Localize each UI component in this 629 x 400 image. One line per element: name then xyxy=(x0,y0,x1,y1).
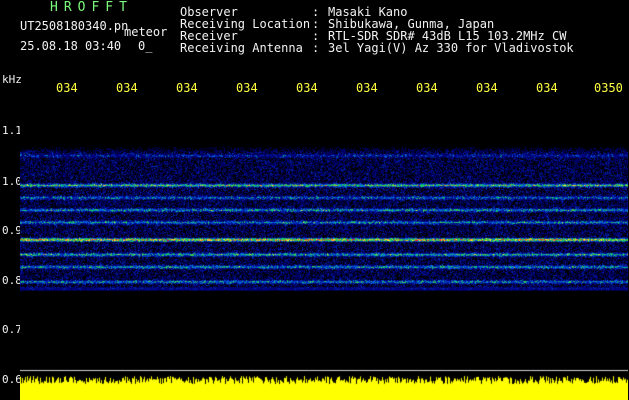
time-tick: 034 xyxy=(296,81,318,95)
datetime-label: 25.08.18 03:40 xyxy=(20,39,122,53)
time-tick: 034 xyxy=(476,81,498,95)
time-tick: 034 xyxy=(116,81,138,95)
frequency-unit-label: kHz xyxy=(2,73,22,86)
mode-label: meteor xyxy=(124,25,168,39)
spectrogram-display xyxy=(20,98,628,400)
time-tick: 034 xyxy=(356,81,378,95)
time-tick: 034 xyxy=(56,81,78,95)
meteor-count: 0_ xyxy=(138,39,153,53)
freq-tick: 0.9 xyxy=(2,224,22,237)
time-tick: 0350 xyxy=(594,81,623,95)
info-label-antenna: Receiving Antenna xyxy=(180,41,303,55)
freq-tick: 0.6 xyxy=(2,373,22,386)
freq-tick: 1.1 xyxy=(2,124,22,137)
freq-tick: 0.8 xyxy=(2,274,22,287)
time-tick: 034 xyxy=(236,81,258,95)
freq-tick: 0.7 xyxy=(2,323,22,336)
app-logo: HROFFT xyxy=(50,0,133,15)
time-tick: 034 xyxy=(176,81,198,95)
time-tick: 034 xyxy=(536,81,558,95)
filename-label: UT2508180340.pn xyxy=(20,19,129,33)
info-value-antenna: 3el Yagi(V) Az 330 for Vladivostok xyxy=(328,41,574,55)
info-colon: : xyxy=(312,41,320,55)
freq-tick: 1.0 xyxy=(2,175,22,188)
time-tick: 034 xyxy=(416,81,438,95)
